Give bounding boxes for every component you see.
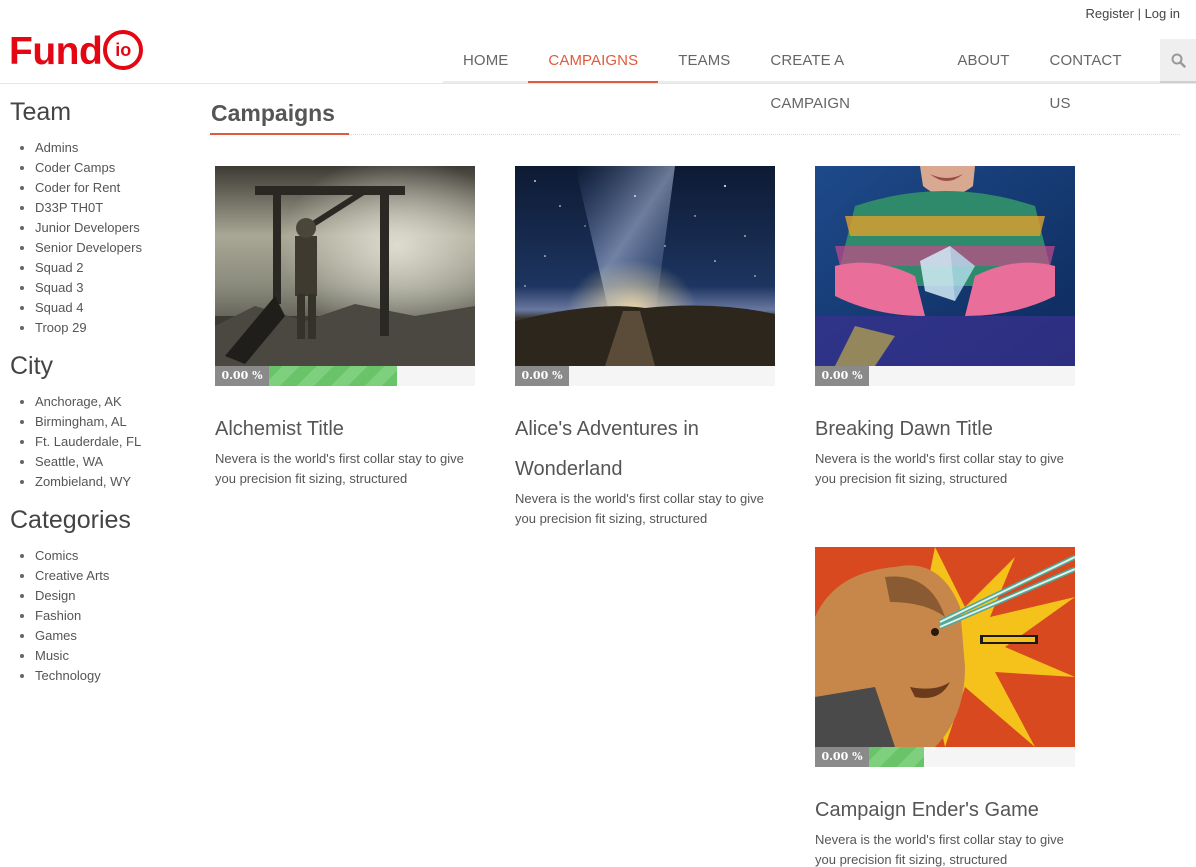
sidebar-item-category[interactable]: Design (35, 586, 190, 606)
progress-label: 0.00 % (215, 366, 269, 386)
categories-list: Comics Creative Arts Design Fashion Game… (10, 546, 190, 686)
sidebar-item-category[interactable]: Comics (35, 546, 190, 566)
campaign-title-line1: Alice's Adventures in (515, 418, 699, 440)
site-logo[interactable]: Fund io (9, 29, 144, 73)
nav-contact-us[interactable]: CONTACT US (1029, 39, 1161, 112)
nav-campaigns[interactable]: CAMPAIGNS (528, 39, 659, 83)
campaign-description: Nevera is the world's first collar stay … (815, 832, 1064, 867)
team-list: Admins Coder Camps Coder for Rent D33P T… (10, 138, 190, 338)
campaign-description: Nevera is the world's first collar stay … (515, 491, 764, 526)
sidebar-item-city[interactable]: Anchorage, AK (35, 392, 190, 412)
sidebar-item-team[interactable]: Squad 3 (35, 278, 190, 298)
sidebar-item-team[interactable]: D33P TH0T (35, 198, 190, 218)
sidebar-item-team[interactable]: Junior Developers (35, 218, 190, 238)
sidebar-item-category[interactable]: Games (35, 626, 190, 646)
campaign-title-line2: Wonderland (515, 458, 623, 480)
sidebar-item-team[interactable]: Coder Camps (35, 158, 190, 178)
campaign-image[interactable] (815, 547, 1075, 747)
login-link[interactable]: Log in (1145, 6, 1180, 21)
progress-bar: 0.00 % (215, 366, 475, 386)
nav-about[interactable]: ABOUT (937, 39, 1030, 81)
campaign-description: Nevera is the world's first collar stay … (215, 451, 464, 486)
nav-create-campaign[interactable]: CREATE A CAMPAIGN (750, 39, 938, 112)
sidebar-item-team[interactable]: Coder for Rent (35, 178, 190, 198)
sidebar-team-title: Team (10, 98, 72, 126)
campaign-card: 0.00 % Breaking Dawn Title Nevera is the… (815, 166, 1075, 489)
campaign-title[interactable]: Campaign Ender's Game (815, 790, 1075, 830)
progress-bar: 0.00 % (515, 366, 775, 386)
sidebar-item-team[interactable]: Senior Developers (35, 238, 190, 258)
nav-home[interactable]: HOME (443, 39, 529, 81)
register-link[interactable]: Register (1086, 6, 1134, 21)
campaign-description: Nevera is the world's first collar stay … (815, 451, 1064, 486)
progress-label: 0.00 % (815, 747, 869, 767)
page-title: Campaigns (211, 100, 335, 126)
auth-separator: | (1137, 6, 1141, 21)
sidebar-categories-title: Categories (10, 506, 131, 534)
progress-bar: 0.00 % (815, 747, 1075, 767)
logo-text: Fund (9, 29, 103, 73)
progress-bar: 0.00 % (815, 366, 1075, 386)
search-icon (1171, 53, 1186, 68)
city-list: Anchorage, AK Birmingham, AL Ft. Lauderd… (10, 392, 190, 492)
header-divider (0, 83, 1196, 84)
auth-links: Register | Log in (1086, 6, 1180, 21)
campaign-card: 0.00 % Alchemist Title Nevera is the wor… (215, 166, 475, 489)
sidebar-item-category[interactable]: Music (35, 646, 190, 666)
campaign-title[interactable]: Alice's Adventures in Wonderland (515, 409, 775, 489)
campaign-image[interactable] (515, 166, 775, 366)
campaign-title-line1: Campaign Ender's Game (815, 799, 1039, 821)
logo-circle: io (103, 30, 144, 70)
title-divider (210, 134, 1180, 135)
campaign-card: 0.00 % Campaign Ender's Game Nevera is t… (815, 547, 1075, 867)
sidebar-item-category[interactable]: Technology (35, 666, 190, 686)
sidebar-item-team[interactable]: Troop 29 (35, 318, 190, 338)
progress-label: 0.00 % (815, 366, 869, 386)
sidebar-item-category[interactable]: Creative Arts (35, 566, 190, 586)
main-nav: HOME CAMPAIGNS TEAMS CREATE A CAMPAIGN A… (443, 39, 1196, 112)
campaign-title-line1: Alchemist Title (215, 418, 344, 440)
sidebar-item-team[interactable]: Squad 4 (35, 298, 190, 318)
campaign-image[interactable] (815, 166, 1075, 366)
search-button[interactable] (1160, 39, 1196, 83)
sidebar-item-city[interactable]: Ft. Lauderdale, FL (35, 432, 190, 452)
sidebar-item-city[interactable]: Birmingham, AL (35, 412, 190, 432)
sidebar: Team Admins Coder Camps Coder for Rent D… (10, 96, 190, 698)
sidebar-city-title: City (10, 352, 54, 380)
progress-label: 0.00 % (515, 366, 569, 386)
nav-teams[interactable]: TEAMS (658, 39, 751, 81)
sidebar-item-city[interactable]: Seattle, WA (35, 452, 190, 472)
sidebar-item-team[interactable]: Admins (35, 138, 190, 158)
campaign-title[interactable]: Breaking Dawn Title (815, 409, 1075, 449)
campaign-image[interactable] (215, 166, 475, 366)
sidebar-item-city[interactable]: Zombieland, WY (35, 472, 190, 492)
campaign-title[interactable]: Alchemist Title (215, 409, 475, 449)
title-underline (210, 133, 349, 135)
sidebar-item-category[interactable]: Fashion (35, 606, 190, 626)
campaign-title-line1: Breaking Dawn Title (815, 418, 993, 440)
campaign-card: 0.00 % Alice's Adventures in Wonderland … (515, 166, 775, 529)
sidebar-item-team[interactable]: Squad 2 (35, 258, 190, 278)
